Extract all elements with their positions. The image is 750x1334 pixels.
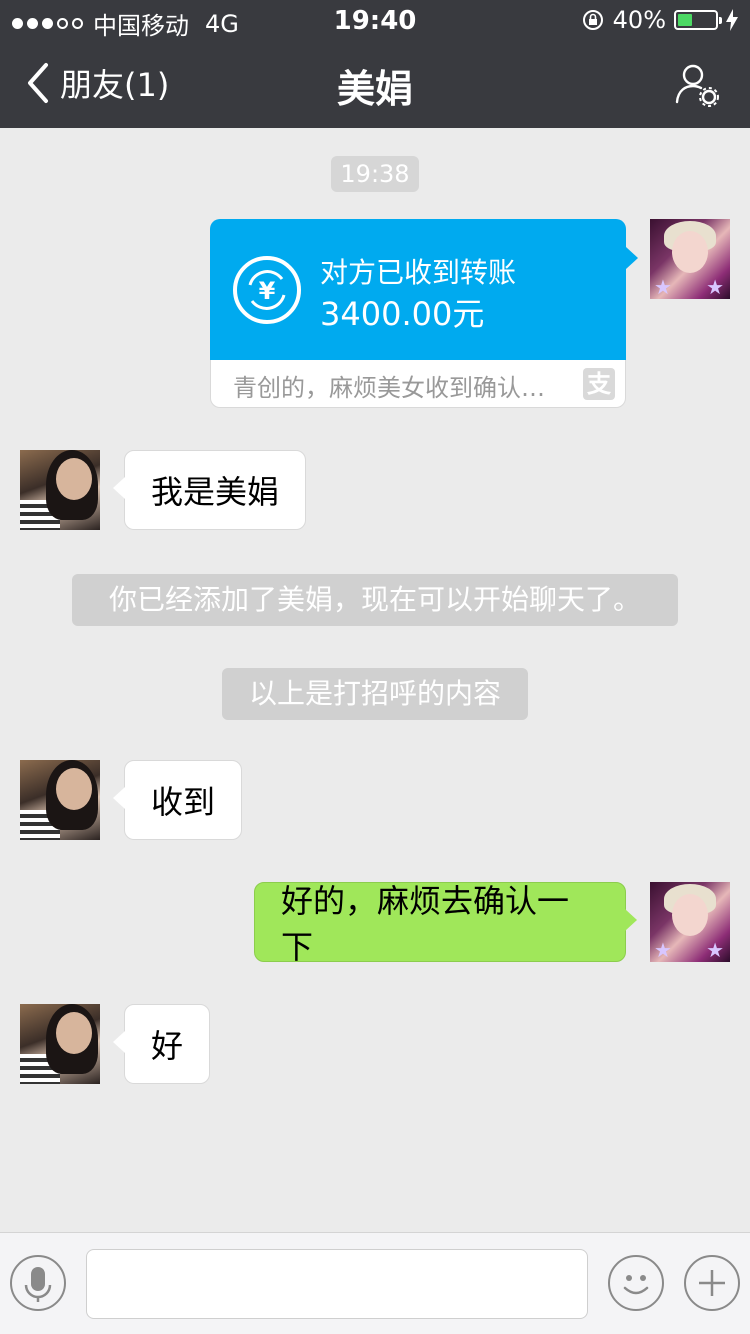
system-message-greeting: 以上是打招呼的内容: [222, 668, 528, 720]
transfer-amount: 3400.00元: [320, 295, 485, 333]
contact-avatar[interactable]: [20, 760, 100, 840]
emoji-button[interactable]: [608, 1255, 664, 1311]
voice-button[interactable]: [10, 1255, 66, 1311]
smiley-icon: [623, 1275, 649, 1295]
message-text: 收到: [151, 783, 216, 821]
status-bar: 中国移动 4G 19:40 40%: [0, 0, 750, 40]
more-button[interactable]: [684, 1255, 740, 1311]
contact-settings-icon[interactable]: [674, 62, 720, 108]
my-avatar[interactable]: ★ ★: [650, 882, 730, 962]
message-text: 好的，麻烦去确认一下: [281, 882, 570, 966]
battery-icon: [674, 10, 722, 30]
message-text: 我是美娟: [151, 473, 280, 511]
microphone-icon: [24, 1267, 52, 1302]
charging-bolt-icon: [726, 9, 738, 31]
transfer-card-header: ¥ 对方已收到转账 3400.00元: [210, 219, 638, 360]
transfer-card[interactable]: ¥ 对方已收到转账 3400.00元 青创的，麻烦美女收到确认… 支: [210, 219, 638, 408]
system-message-added: 你已经添加了美娟，现在可以开始聊天了。: [72, 574, 678, 626]
yuan-transfer-icon: ¥: [233, 256, 301, 324]
alipay-icon: 支: [583, 368, 615, 400]
message-input[interactable]: [86, 1249, 588, 1319]
timestamp-label: 19:38: [331, 156, 419, 192]
svg-text:¥: ¥: [259, 277, 276, 305]
message-text: 好: [151, 1027, 184, 1065]
received-message[interactable]: 好: [112, 1004, 211, 1084]
transfer-memo: 青创的，麻烦美女收到确认…: [233, 374, 545, 402]
rotation-lock-icon: [582, 10, 603, 30]
status-right: 40%: [581, 6, 738, 34]
received-message[interactable]: 收到: [112, 760, 243, 840]
contact-avatar[interactable]: [20, 1004, 100, 1084]
battery-percent: 40%: [612, 6, 666, 34]
sent-message[interactable]: 好的，麻烦去确认一下: [254, 882, 637, 966]
my-avatar[interactable]: ★ ★: [650, 219, 730, 299]
contact-avatar[interactable]: [20, 450, 100, 530]
top-bar: 中国移动 4G 19:40 40% 朋友(1) 美娟: [0, 0, 750, 128]
transfer-status: 对方已收到转账: [320, 256, 517, 289]
page-title: 美娟: [336, 67, 413, 111]
chat-area[interactable]: 19:38 ¥ 对方已收到转账 3400.00元 青创的，麻烦美女收到确认… 支…: [0, 128, 750, 1232]
nav-bar: 朋友(1) 美娟: [0, 40, 750, 128]
input-bar: [0, 1232, 750, 1334]
plus-icon: [699, 1270, 725, 1296]
received-message[interactable]: 我是美娟: [112, 450, 307, 530]
transfer-card-footer: 青创的，麻烦美女收到确认… 支: [210, 360, 626, 408]
